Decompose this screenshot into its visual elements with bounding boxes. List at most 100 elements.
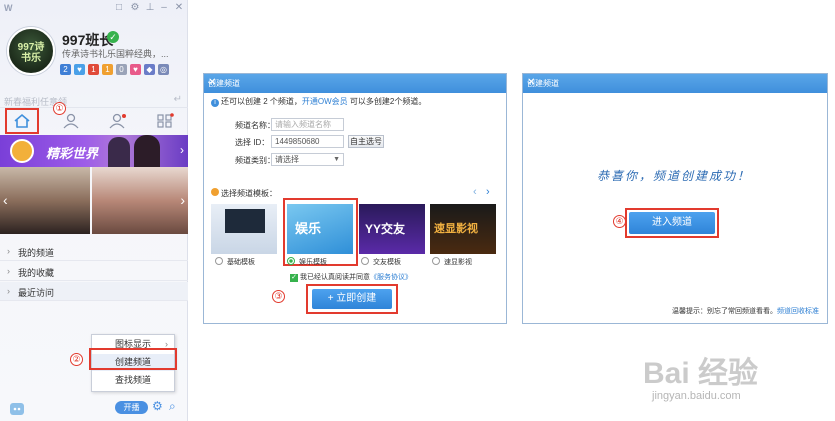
person-icon xyxy=(63,113,79,129)
search-bar[interactable]: 新春福利任意领 ↵ xyxy=(0,92,188,108)
quota-text: 还可以创建 2 个频道， xyxy=(221,97,302,106)
template-prev-icon[interactable]: ‹ xyxy=(473,186,477,198)
thumb-text: 速显影视 xyxy=(434,223,478,235)
agree-checkbox[interactable]: ✓ xyxy=(290,274,298,282)
pin-icon[interactable]: ⊥ xyxy=(143,2,157,13)
create-success-dialog: 创建频道 ✕ xyxy=(522,73,828,324)
template-basic-thumb[interactable] xyxy=(211,204,277,254)
tab-apps[interactable] xyxy=(153,111,177,133)
expand-caret-icon: › xyxy=(7,246,10,256)
category-selected-value: 请选择 xyxy=(275,155,299,164)
mascot-icon[interactable] xyxy=(8,399,26,417)
enter-icon[interactable]: ↵ xyxy=(174,94,182,105)
badge-noble[interactable]: 1 xyxy=(102,63,113,75)
badge-gray[interactable]: 0 xyxy=(116,63,127,75)
target-icon[interactable]: ◎ xyxy=(158,63,169,75)
step-4-highlight xyxy=(625,208,719,238)
banner-person-image xyxy=(134,135,160,167)
template-friends-thumb[interactable]: YY交友 xyxy=(359,204,425,254)
recycle-standard-link[interactable]: 频道回收标准 xyxy=(777,308,819,315)
list-item-label: 最近访问 xyxy=(18,288,55,298)
thumb-text: YY交友 xyxy=(365,222,406,236)
list-item-recent[interactable]: › 最近访问 xyxy=(0,282,188,301)
template-bullet-icon xyxy=(211,188,219,196)
tip-row: 温馨提示：别忘了常回频道看看。频道回收标准 xyxy=(672,306,819,316)
settings-icon[interactable]: ⚙ xyxy=(128,2,142,13)
badge-level[interactable]: 2 xyxy=(60,63,71,75)
channel-name-input[interactable]: 请输入频道名称 xyxy=(271,118,344,131)
menu-item-find-channel[interactable]: 查找频道 xyxy=(92,372,174,389)
tab-friends[interactable] xyxy=(59,111,83,133)
channel-name-label: 频道名称： xyxy=(235,121,275,130)
choose-number-button[interactable]: 自主选号 xyxy=(348,135,384,148)
step-1-highlight xyxy=(5,108,39,134)
list-item-label: 我的收藏 xyxy=(18,268,55,278)
carousel-prev-icon[interactable]: ‹ xyxy=(3,192,8,208)
banner-text: 精彩世界 xyxy=(46,146,99,161)
watermark-url: jingyan.baidu.com xyxy=(652,390,741,402)
template-label: 速显影视 xyxy=(444,259,472,266)
expand-caret-icon: › xyxy=(7,266,10,276)
thumb-preview-image xyxy=(225,209,265,233)
channel-category-label: 频道类别： xyxy=(235,156,275,165)
close-icon[interactable]: ✕ xyxy=(172,2,186,13)
dialog-title-bar: 创建频道 ✕ xyxy=(523,74,827,93)
open-live-button[interactable]: 开播 xyxy=(115,401,148,414)
badge-vip[interactable]: 1 xyxy=(88,63,99,75)
channel-id-label: 选择 ID： xyxy=(235,138,270,147)
tab-contacts[interactable] xyxy=(106,111,130,133)
close-icon[interactable]: ✕ xyxy=(527,77,824,88)
success-message: 恭喜你，频道创建成功！ xyxy=(597,169,752,183)
radio-friends[interactable] xyxy=(361,257,369,265)
agree-text: 我已经认真阅读并同意 xyxy=(300,274,370,281)
search-icon[interactable]: ⌕ xyxy=(169,399,176,414)
template-label: 娱乐模板 xyxy=(299,259,327,266)
minimize-icon[interactable]: – xyxy=(157,2,171,13)
list-item-my-channels[interactable]: › 我的频道 xyxy=(0,242,188,261)
ow-member-link[interactable]: 开通OW会员 xyxy=(302,97,348,106)
agreement-row: ✓ 我已经认真阅读并同意《服务协议》 xyxy=(290,272,412,282)
template-heading: 选择频道模板： xyxy=(211,188,277,199)
step-3-highlight xyxy=(306,284,398,314)
skin-icon[interactable]: □ xyxy=(112,2,126,13)
step-2-marker: ② xyxy=(70,353,83,366)
settings-gear-icon[interactable]: ⚙ xyxy=(152,399,163,413)
client-panel: W □ ⚙ ⊥ – ✕ 997诗书乐 997班长 ✓ 传承诗书礼乐国粹经典，..… xyxy=(0,0,188,421)
close-icon[interactable]: ✕ xyxy=(208,77,503,88)
carousel-next-icon[interactable]: › xyxy=(180,192,185,208)
template-next-icon[interactable]: › xyxy=(486,186,490,198)
contact-icon xyxy=(109,113,126,129)
menu-item-label: 查找频道 xyxy=(114,375,151,385)
dialog-title-bar: 创建频道 – ✕ xyxy=(204,74,506,93)
title-bar: W □ ⚙ ⊥ – ✕ xyxy=(0,0,188,18)
channel-category-select[interactable]: 请选择 ▼ xyxy=(271,153,344,166)
list-item-favorites[interactable]: › 我的收藏 xyxy=(0,262,188,281)
banner-play-icon xyxy=(10,139,34,163)
service-agreement-link[interactable]: 《服务协议》 xyxy=(370,274,412,281)
heart-icon[interactable]: ♥ xyxy=(130,63,141,75)
banner-chevron-icon[interactable]: › xyxy=(180,143,184,157)
bottom-bar: 开播 ⚙ ⌕ xyxy=(0,397,188,421)
tip-text: 温馨提示：别忘了常回频道看看。 xyxy=(672,308,777,315)
dropdown-arrow-icon: ▼ xyxy=(333,156,340,163)
quota-text-suffix: 可以多创建2个频道。 xyxy=(347,97,427,106)
badge-row: 2 ♥ 1 1 0 ♥ ◆ ◎ xyxy=(60,63,169,75)
radio-basic[interactable] xyxy=(215,257,223,265)
channel-id-input[interactable]: 1449850680 xyxy=(271,135,344,148)
avatar[interactable]: 997诗书乐 xyxy=(7,27,55,75)
badge-heart[interactable]: ♥ xyxy=(74,63,85,75)
avatar-text: 997诗书乐 xyxy=(17,42,45,64)
anchor-photo[interactable]: › xyxy=(92,167,188,234)
list-item-label: 我的频道 xyxy=(18,248,55,258)
template-selected-highlight xyxy=(283,198,358,266)
promo-banner[interactable]: 精彩世界 › xyxy=(0,135,188,167)
diamond-icon[interactable]: ◆ xyxy=(144,63,155,75)
signature[interactable]: 传承诗书礼乐国粹经典，... xyxy=(62,47,169,60)
info-icon: i xyxy=(211,99,219,107)
anchor-photo[interactable]: ‹ xyxy=(0,167,90,234)
grid-icon xyxy=(157,113,174,128)
step-2-highlight xyxy=(89,348,177,370)
radio-movie[interactable] xyxy=(432,257,440,265)
radio-entertainment-selected[interactable] xyxy=(287,257,295,265)
template-movie-thumb[interactable]: 速显影视 xyxy=(430,204,496,254)
